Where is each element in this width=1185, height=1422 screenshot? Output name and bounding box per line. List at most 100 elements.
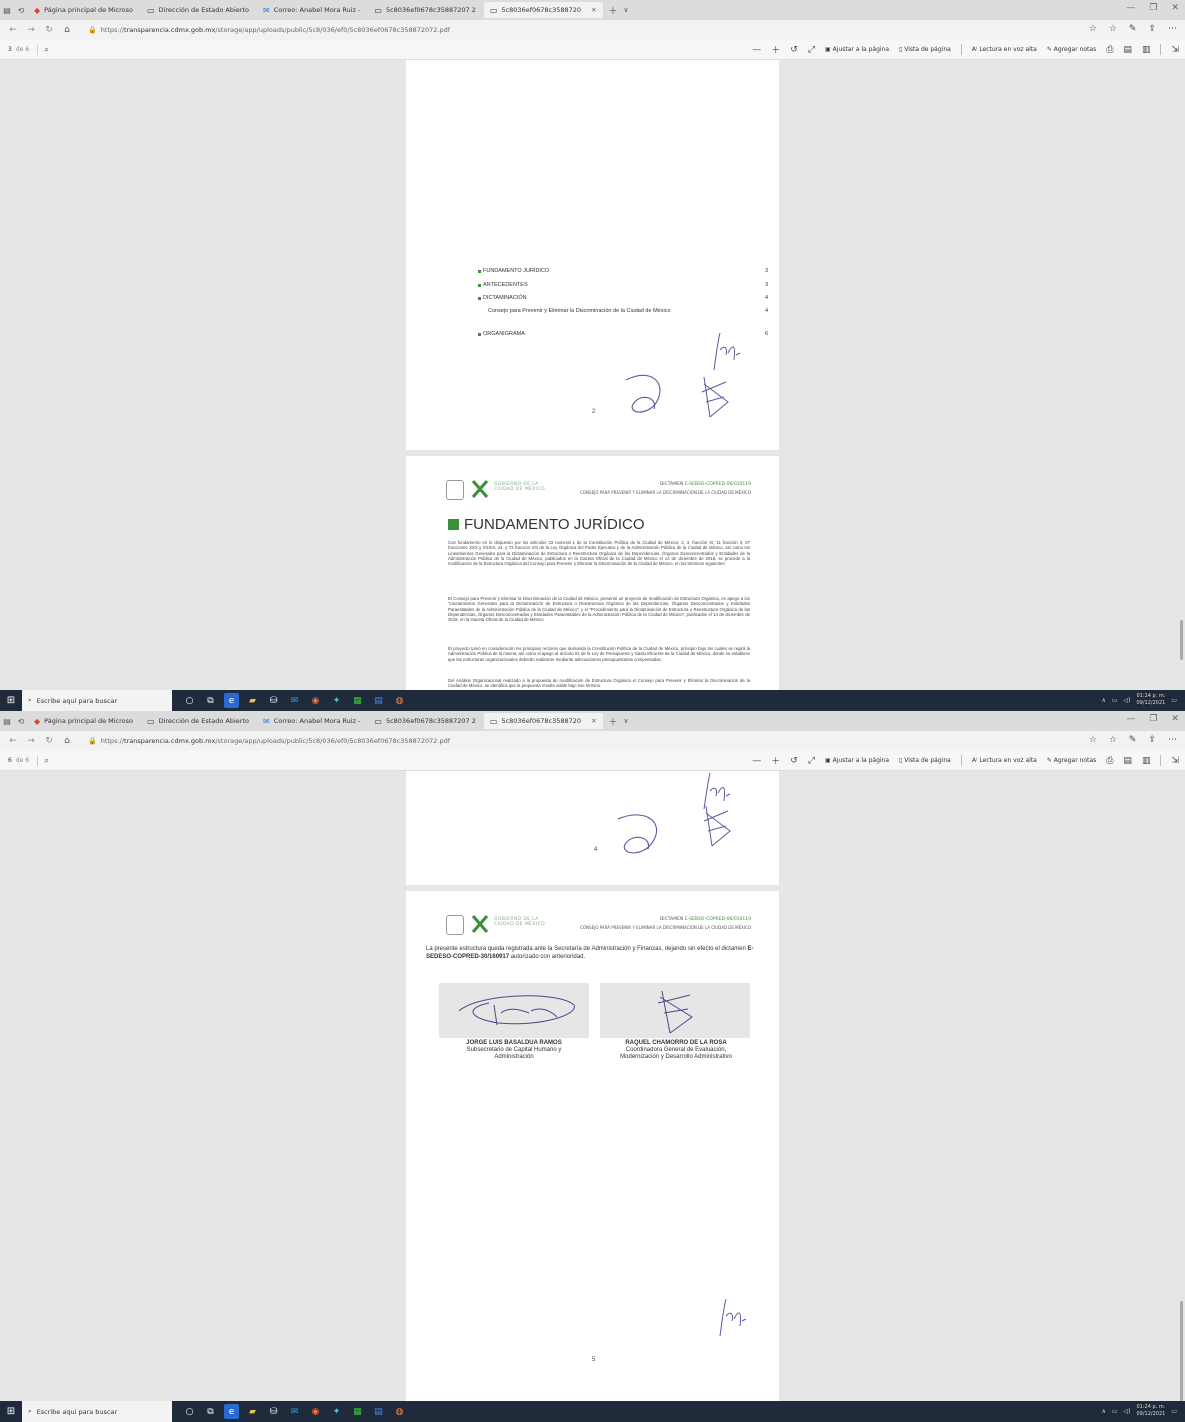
set-aside-tabs-icon[interactable]: ⟲ <box>14 714 28 728</box>
share-icon[interactable]: ⇪ <box>1148 24 1156 34</box>
chrome-icon[interactable]: ◉ <box>308 1404 323 1419</box>
chevron-down-icon[interactable]: ∨ <box>624 6 629 14</box>
tab-estado-abierto[interactable]: ▭ Dirección de Estado Abierto <box>141 713 255 729</box>
chevron-down-icon[interactable]: ∨ <box>624 717 629 725</box>
close-tab-icon[interactable]: ✕ <box>591 717 596 725</box>
rotate-icon[interactable]: ↺ <box>790 45 798 55</box>
network-icon[interactable]: ▭ <box>1112 697 1118 704</box>
pin-icon[interactable]: ⇲ <box>1171 45 1179 55</box>
back-icon[interactable]: ← <box>6 736 20 746</box>
taskbar-search[interactable]: ⌕ Escribe aquí para buscar <box>22 1401 172 1422</box>
back-icon[interactable]: ← <box>6 25 20 35</box>
scrollbar-thumb[interactable] <box>1180 1301 1183 1401</box>
cortana-icon[interactable]: ○ <box>182 693 197 708</box>
tab-pdf-1[interactable]: ▭ 5c8036ef0678c35887207 2 <box>368 713 482 729</box>
restore-icon[interactable]: ❐ <box>1149 714 1157 724</box>
more-icon[interactable]: ⋯ <box>1168 735 1177 745</box>
file-explorer-icon[interactable]: ▰ <box>245 693 260 708</box>
forward-icon[interactable]: → <box>24 736 38 746</box>
save-as-icon[interactable]: ▥ <box>1142 45 1151 55</box>
tray-chevron-icon[interactable]: ∧ <box>1101 697 1105 704</box>
store-icon[interactable]: ⛁ <box>266 693 281 708</box>
pin-icon[interactable]: ⇲ <box>1171 756 1179 766</box>
toc-item[interactable]: ANTECEDENTES 3 <box>478 282 768 288</box>
url-field[interactable]: 🔒 https://transparencia.cdmx.gob.mx/stor… <box>88 24 648 37</box>
toc-item[interactable]: Consejo para Prevenir y Eliminar la Disc… <box>478 308 768 314</box>
toc-item[interactable]: DICTAMINACIÓN 4 <box>478 295 768 301</box>
mail-icon[interactable]: ✉ <box>287 693 302 708</box>
cortana-icon[interactable]: ○ <box>182 1404 197 1419</box>
edge-icon[interactable]: e <box>224 1404 239 1419</box>
scrollbar-thumb[interactable] <box>1180 620 1183 660</box>
clock[interactable]: 01:24 p. m. 09/12/2021 <box>1137 693 1166 707</box>
tab-estado-abierto[interactable]: ▭ Dirección de Estado Abierto <box>141 2 255 18</box>
minimize-icon[interactable]: — <box>1126 714 1135 724</box>
firefox-icon[interactable]: ◍ <box>392 1404 407 1419</box>
save-icon[interactable]: ▤ <box>1123 756 1132 766</box>
favorites-icon[interactable]: ☆ <box>1109 735 1117 745</box>
print-icon[interactable]: ⎙ <box>1106 45 1113 55</box>
tab-actions-icon[interactable]: ▤ <box>0 3 14 17</box>
favorite-star-icon[interactable]: ☆ <box>1089 735 1097 745</box>
share-icon[interactable]: ⇪ <box>1148 735 1156 745</box>
favorites-icon[interactable]: ☆ <box>1109 24 1117 34</box>
rotate-icon[interactable]: ↺ <box>790 756 798 766</box>
tab-pdf-1[interactable]: ▭ 5c8036ef0678c35887207 2 <box>368 2 482 18</box>
minimize-icon[interactable]: — <box>1126 3 1135 13</box>
store-icon[interactable]: ⛁ <box>266 1404 281 1419</box>
pen-icon[interactable]: ✎ <box>1129 735 1137 745</box>
page-number-input[interactable]: 3 <box>8 46 12 53</box>
favorite-star-icon[interactable]: ☆ <box>1089 24 1097 34</box>
toc-item[interactable]: FUNDAMENTO JURÍDICO 3 <box>478 268 768 274</box>
task-view-icon[interactable]: ⧉ <box>203 1404 218 1419</box>
windows-start-icon[interactable]: ⊞ <box>0 690 22 711</box>
notifications-icon[interactable]: ▭ <box>1171 1408 1177 1415</box>
refresh-icon[interactable]: ↻ <box>42 25 56 35</box>
save-icon[interactable]: ▤ <box>1123 45 1132 55</box>
taskbar-search[interactable]: ⌕ Escribe aquí para buscar <box>22 690 172 711</box>
forward-icon[interactable]: → <box>24 25 38 35</box>
network-icon[interactable]: ▭ <box>1112 1408 1118 1415</box>
new-tab-icon[interactable]: ＋ <box>609 715 618 728</box>
app-icon[interactable]: ✦ <box>329 1404 344 1419</box>
tray-chevron-icon[interactable]: ∧ <box>1101 1408 1105 1415</box>
excel-icon[interactable]: ▦ <box>350 693 365 708</box>
zoom-in-icon[interactable]: ＋ <box>771 43 780 56</box>
fit-page-button[interactable]: ▣ Ajustar a la página <box>825 757 889 764</box>
add-notes-button[interactable]: ✎ Agregar notas <box>1047 46 1096 53</box>
firefox-icon[interactable]: ◍ <box>392 693 407 708</box>
search-icon[interactable]: ⌕ <box>37 755 49 766</box>
save-as-icon[interactable]: ▥ <box>1142 756 1151 766</box>
tab-actions-icon[interactable]: ▤ <box>0 714 14 728</box>
zoom-out-icon[interactable]: — <box>752 756 761 766</box>
tab-pdf-active[interactable]: ▭ 5c8036ef0678c3588720 ✕ <box>483 713 603 729</box>
print-icon[interactable]: ⎙ <box>1106 756 1113 766</box>
close-tab-icon[interactable]: ✕ <box>591 6 596 14</box>
windows-start-icon[interactable]: ⊞ <box>0 1401 22 1422</box>
scrollbar[interactable] <box>1180 771 1183 1401</box>
notifications-icon[interactable]: ▭ <box>1171 697 1177 704</box>
fullscreen-icon[interactable]: ⤢ <box>808 45 815 55</box>
close-window-icon[interactable]: ✕ <box>1171 714 1179 724</box>
home-icon[interactable]: ⌂ <box>60 25 74 35</box>
word-icon[interactable]: ▤ <box>371 1404 386 1419</box>
page-view-button[interactable]: ▯ Vista de página <box>899 757 951 764</box>
scrollbar[interactable] <box>1180 60 1183 690</box>
clock[interactable]: 01:24 p. m. 09/12/2021 <box>1137 1404 1166 1418</box>
refresh-icon[interactable]: ↻ <box>42 736 56 746</box>
tab-correo[interactable]: ✉ Correo: Anabel Mora Ruiz - <box>257 2 366 18</box>
volume-icon[interactable]: ◁) <box>1124 697 1131 704</box>
pdf-viewer[interactable]: FUNDAMENTO JURÍDICO 3 ANTECEDENTES 3 DICTA… <box>0 60 1185 696</box>
close-window-icon[interactable]: ✕ <box>1171 3 1179 13</box>
tab-microsoft[interactable]: ◆ Página principal de Microso <box>28 2 139 18</box>
zoom-out-icon[interactable]: — <box>752 45 761 55</box>
pdf-viewer[interactable]: 4 GOBIERNO DE LA CIUDAD DE MÉXICO DICTAME… <box>0 771 1185 1401</box>
search-icon[interactable]: ⌕ <box>37 44 49 55</box>
page-number-input[interactable]: 6 <box>8 757 12 764</box>
fit-page-button[interactable]: ▣ Ajustar a la página <box>825 46 889 53</box>
chrome-icon[interactable]: ◉ <box>308 693 323 708</box>
fullscreen-icon[interactable]: ⤢ <box>808 756 815 766</box>
restore-icon[interactable]: ❐ <box>1149 3 1157 13</box>
read-aloud-button[interactable]: A⁾ Lectura en voz alta <box>972 757 1037 764</box>
read-aloud-button[interactable]: A⁾ Lectura en voz alta <box>972 46 1037 53</box>
